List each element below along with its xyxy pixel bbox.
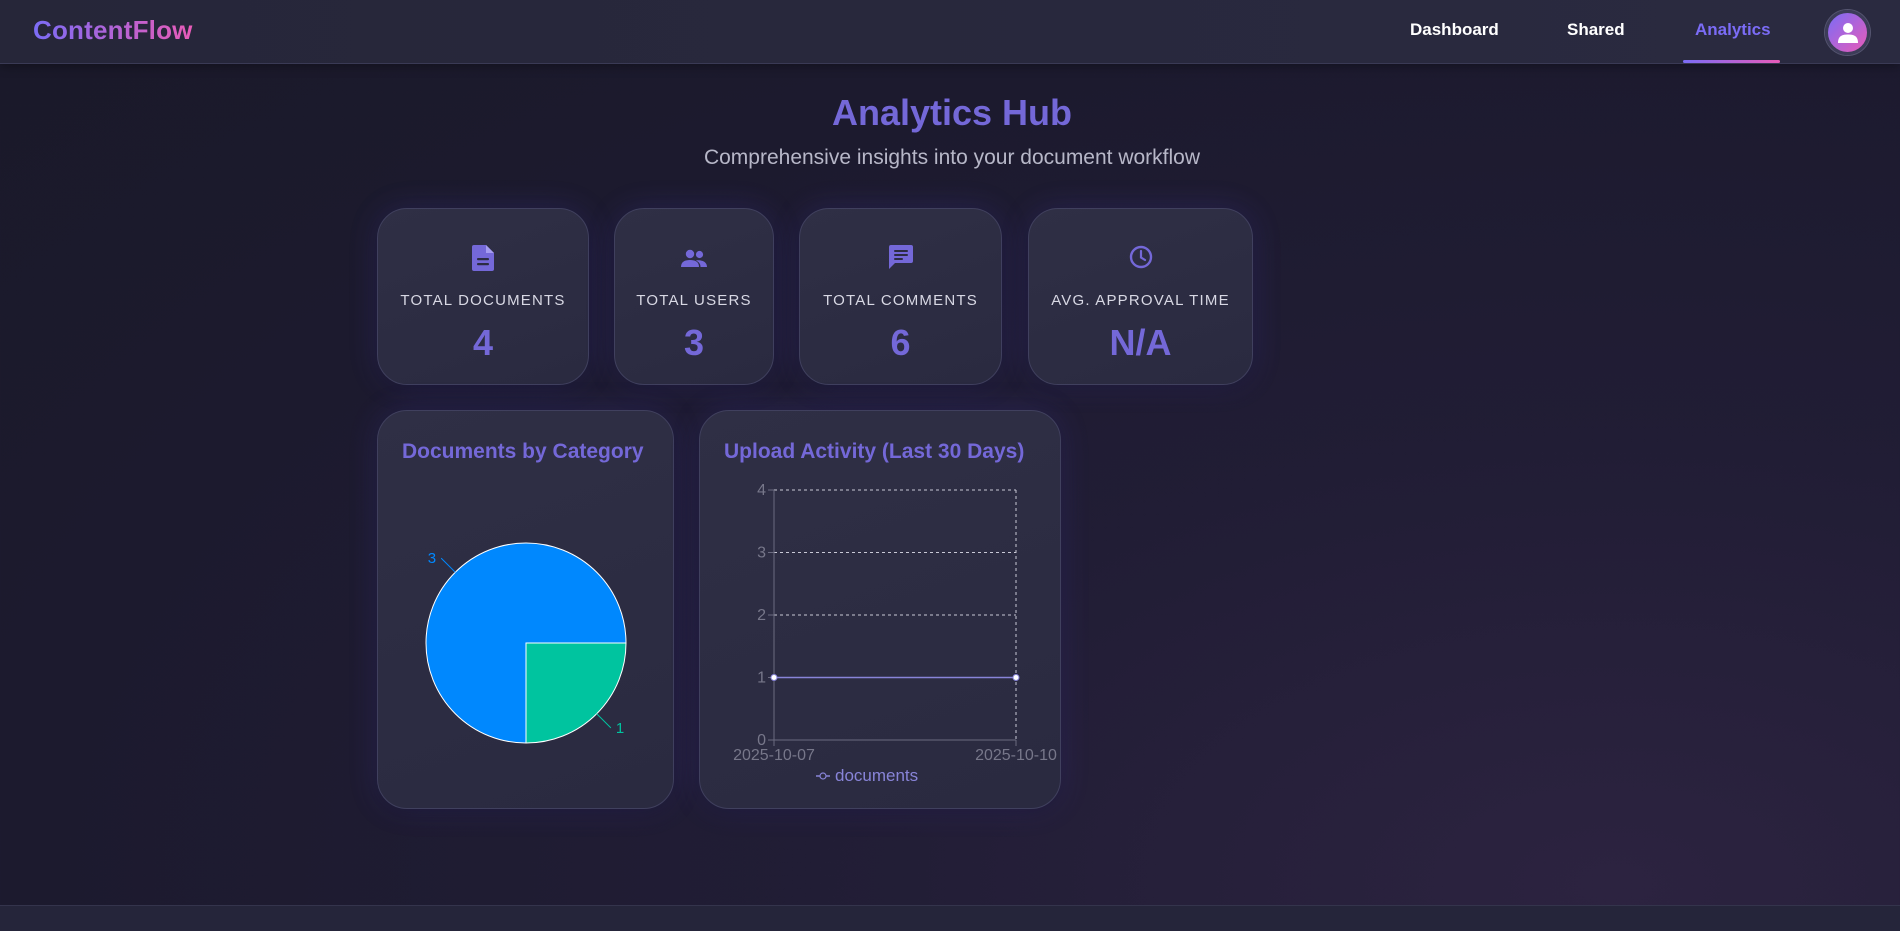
y-tick-label: 4 — [757, 482, 766, 499]
pie-data-label: 1 — [616, 720, 624, 737]
user-icon — [1838, 23, 1858, 43]
stat-card-avg-approval-time: AVG. APPROVAL TIME N/A — [1028, 208, 1253, 385]
pie-chart: 31 — [425, 542, 627, 744]
document-icon — [378, 245, 588, 275]
top-nav-bar: ContentFlow Dashboard Shared Analytics — [0, 0, 1900, 64]
user-avatar-button[interactable] — [1825, 10, 1870, 55]
chart-card-upload-activity: Upload Activity (Last 30 Days) 0 1 2 3 4 2025… — [699, 410, 1061, 809]
stat-label: TOTAL USERS — [636, 292, 752, 309]
stat-label: TOTAL DOCUMENTS — [400, 292, 566, 309]
y-tick-label: 1 — [757, 670, 766, 687]
nav-link-shared[interactable]: Shared — [1567, 20, 1625, 40]
active-tab-indicator — [1683, 60, 1780, 63]
y-tick-label: 3 — [757, 545, 766, 562]
page-subtitle: Comprehensive insights into your documen… — [703, 146, 1201, 169]
stat-value: N/A — [1109, 322, 1172, 363]
stat-card-total-users: TOTAL USERS 3 — [614, 208, 774, 385]
x-tick-label: 2025-10-10 — [975, 747, 1057, 764]
chart-card-documents-by-category: Documents by Category 31 — [377, 410, 674, 809]
line-chart: 012342025-10-07 2025-10-10documents — [733, 482, 1057, 785]
comment-icon — [800, 245, 1001, 275]
nav-link-dashboard[interactable]: Dashboard — [1410, 20, 1499, 40]
stat-card-total-documents: TOTAL DOCUMENTS 4 — [377, 208, 589, 385]
stat-card-total-comments: TOTAL COMMENTS 6 — [799, 208, 1002, 385]
stat-value: 4 — [472, 322, 494, 363]
nav-link-analytics[interactable]: Analytics — [1695, 20, 1771, 40]
legend-label: documents — [835, 766, 918, 785]
brand-logo[interactable]: ContentFlow — [33, 15, 193, 46]
clock-icon — [1029, 245, 1252, 275]
stat-value: 3 — [683, 322, 705, 363]
pie-label-line — [440, 557, 456, 573]
footer-bar — [0, 905, 1900, 931]
legend-marker-icon — [819, 772, 827, 780]
stat-label: TOTAL COMMENTS — [823, 292, 978, 309]
pie-label-line — [596, 713, 612, 729]
users-icon — [615, 245, 773, 275]
stat-value: 6 — [890, 322, 911, 363]
data-point — [1012, 674, 1020, 681]
pie-data-label: 3 — [428, 550, 436, 567]
y-tick-label: 2 — [757, 607, 766, 624]
pie-slice — [525, 642, 627, 744]
x-tick-label: 2025-10-07 — [733, 747, 815, 764]
stat-label: AVG. APPROVAL TIME — [1051, 292, 1230, 309]
data-point — [770, 674, 778, 681]
page-title: Analytics Hub — [831, 92, 1073, 133]
